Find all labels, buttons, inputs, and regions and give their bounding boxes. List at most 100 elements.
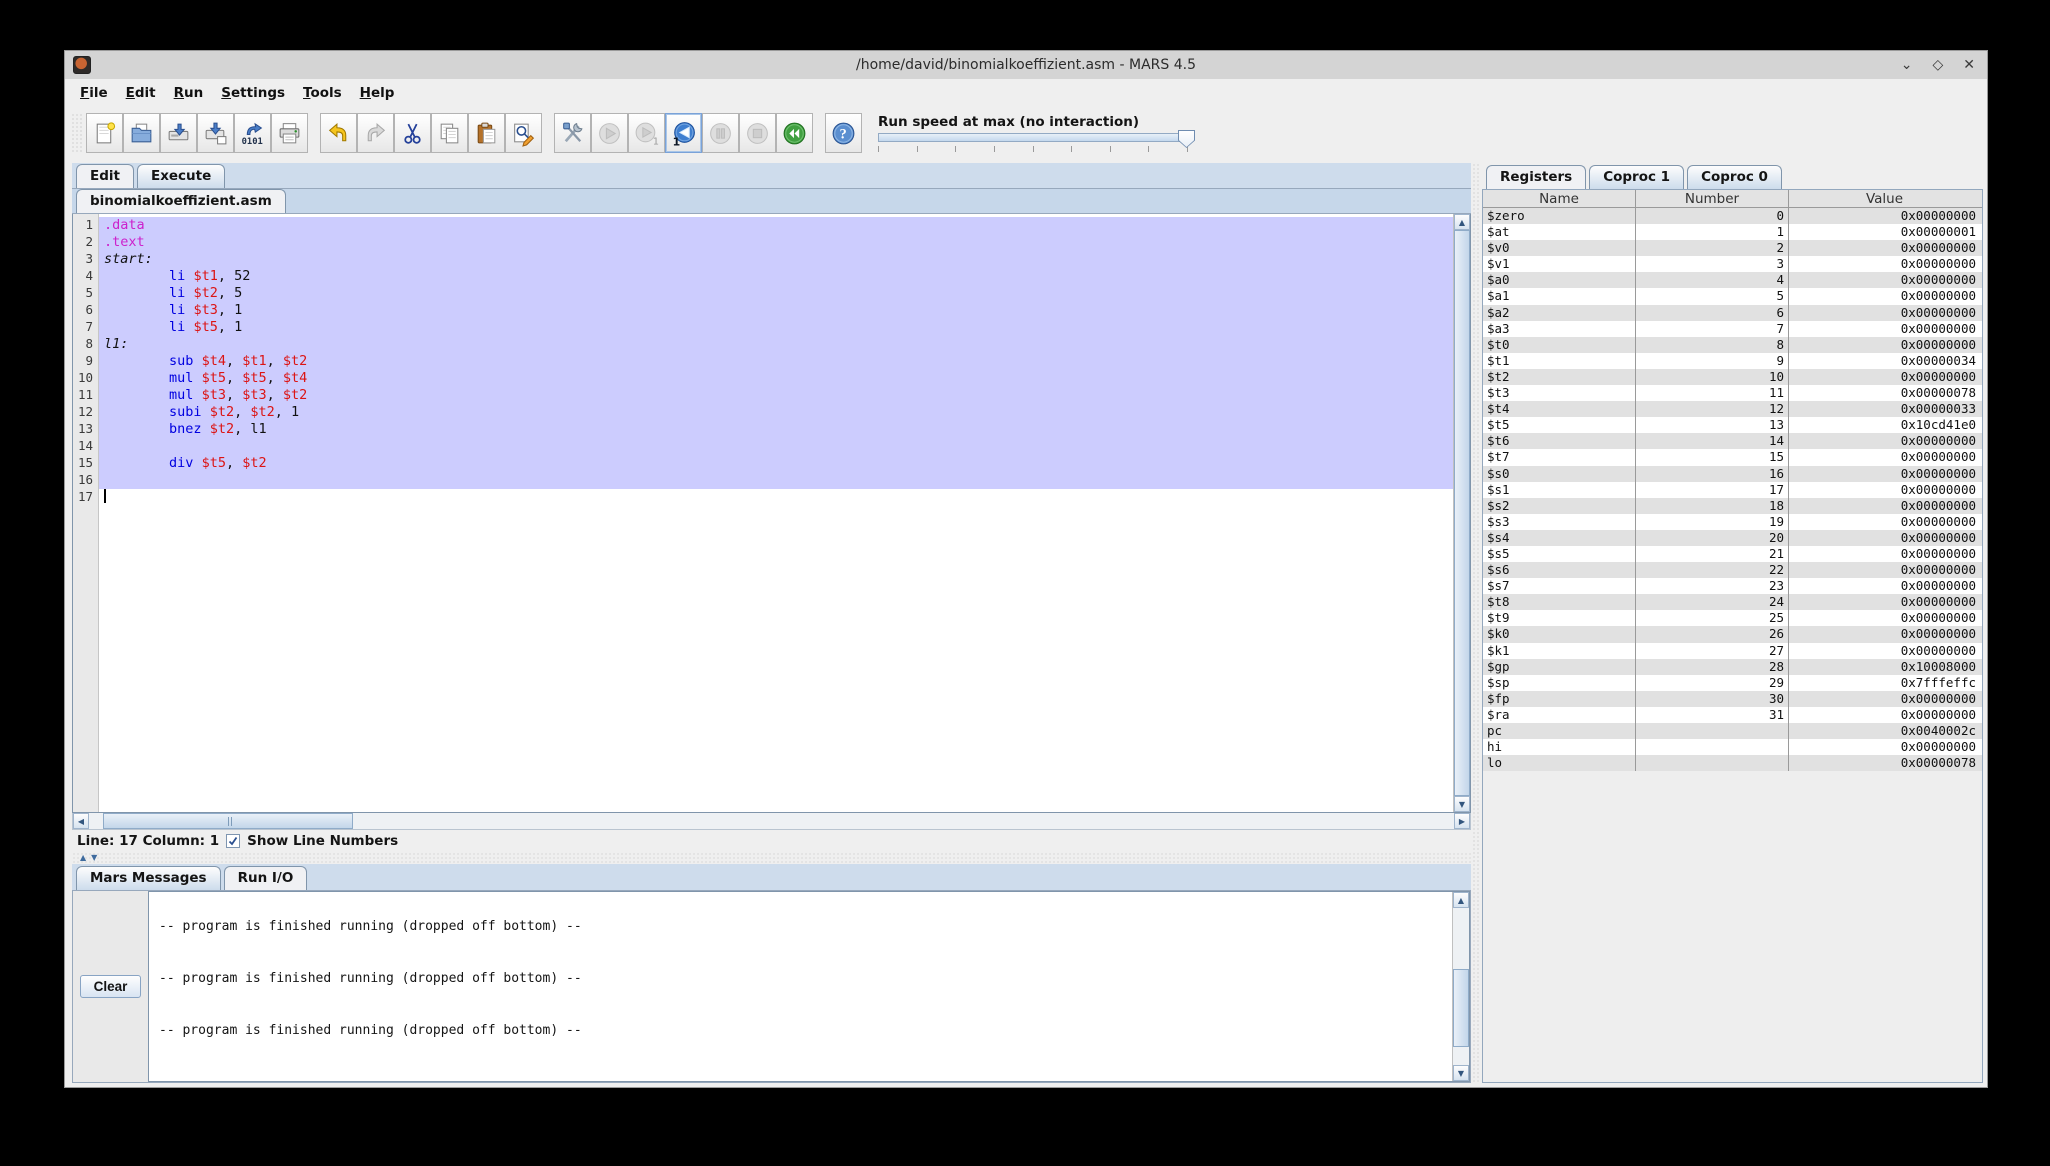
- close-window-icon[interactable]: ✕: [1963, 58, 1975, 72]
- tab-file-binomialkoeffizient[interactable]: binomialkoeffizient.asm: [76, 189, 286, 213]
- register-value-cell[interactable]: 0x00000078: [1789, 755, 1980, 771]
- help-button[interactable]: ?: [825, 113, 862, 153]
- register-value-cell[interactable]: 0x00000000: [1789, 482, 1980, 498]
- register-value-cell[interactable]: 0x00000000: [1789, 321, 1980, 337]
- register-value-cell[interactable]: 0x00000000: [1789, 256, 1980, 272]
- editor-scrollbar-thumb[interactable]: [1454, 230, 1470, 796]
- menu-edit[interactable]: Edit: [117, 81, 165, 105]
- register-value-cell[interactable]: 0x10cd41e0: [1789, 417, 1980, 433]
- register-value-cell[interactable]: 0x00000000: [1789, 498, 1980, 514]
- tab-run-i-o[interactable]: Run I/O: [224, 866, 308, 890]
- copy-button[interactable]: [431, 113, 468, 153]
- editor-vertical-scrollbar[interactable]: ▲ ▼: [1453, 214, 1470, 812]
- register-value-cell[interactable]: 0x00000000: [1789, 643, 1980, 659]
- print-button[interactable]: [271, 113, 308, 153]
- scroll-down-icon[interactable]: ▼: [1454, 796, 1470, 812]
- register-value-cell[interactable]: 0x00000033: [1789, 401, 1980, 417]
- register-value-cell[interactable]: 0x10008000: [1789, 659, 1980, 675]
- register-value-cell[interactable]: 0x00000000: [1789, 594, 1980, 610]
- code-line-16[interactable]: [99, 472, 1453, 489]
- menu-settings[interactable]: Settings: [212, 81, 294, 105]
- tab-coproc-0[interactable]: Coproc 0: [1687, 165, 1782, 189]
- code-line-3[interactable]: start:: [99, 251, 1453, 268]
- tab-coproc-1[interactable]: Coproc 1: [1589, 165, 1684, 189]
- register-value-cell[interactable]: 0x00000000: [1789, 449, 1980, 465]
- register-value-cell[interactable]: 0x7fffeffc: [1789, 675, 1980, 691]
- register-value-cell[interactable]: 0x00000000: [1789, 433, 1980, 449]
- code-line-14[interactable]: [99, 438, 1453, 455]
- scroll-up-icon[interactable]: ▲: [1453, 892, 1469, 908]
- register-value-cell[interactable]: 0x00000000: [1789, 369, 1980, 385]
- register-value-cell[interactable]: 0x00000000: [1789, 208, 1980, 224]
- dump-memory-button[interactable]: 0101: [234, 113, 271, 153]
- menu-help[interactable]: Help: [351, 81, 404, 105]
- minimize-window-icon[interactable]: ⌄: [1901, 58, 1913, 72]
- register-value-cell[interactable]: 0x00000000: [1789, 739, 1980, 755]
- scroll-down-icon[interactable]: ▼: [1453, 1065, 1469, 1081]
- code-line-6[interactable]: li $t3, 1: [99, 302, 1453, 319]
- register-value-cell[interactable]: 0x00000000: [1789, 530, 1980, 546]
- assemble-button[interactable]: [554, 113, 591, 153]
- code-line-17[interactable]: [99, 489, 1453, 506]
- backstep-button[interactable]: 1: [665, 113, 702, 153]
- tab-mars-messages[interactable]: Mars Messages: [76, 866, 221, 890]
- run-speed-slider[interactable]: [878, 133, 1188, 142]
- open-file-button[interactable]: [123, 113, 160, 153]
- titlebar[interactable]: /home/david/binomialkoeffizient.asm - MA…: [65, 51, 1987, 79]
- runio-vertical-scrollbar[interactable]: ▲ ▼: [1452, 892, 1469, 1081]
- editor-hscrollbar-thumb[interactable]: [103, 813, 353, 829]
- registers-column-header-name[interactable]: Name: [1483, 190, 1636, 207]
- menu-tools[interactable]: Tools: [294, 81, 351, 105]
- register-value-cell[interactable]: 0x00000000: [1789, 691, 1980, 707]
- editor-horizontal-scrollbar[interactable]: ◀ ▶: [72, 813, 1471, 830]
- code-line-12[interactable]: subi $t2, $t2, 1: [99, 404, 1453, 421]
- clear-button[interactable]: Clear: [80, 975, 142, 998]
- show-line-numbers-checkbox[interactable]: [226, 834, 240, 848]
- find-replace-button[interactable]: [505, 113, 542, 153]
- maximize-window-icon[interactable]: ◇: [1932, 58, 1943, 72]
- code-line-7[interactable]: li $t5, 1: [99, 319, 1453, 336]
- register-value-cell[interactable]: 0x00000000: [1789, 562, 1980, 578]
- run-io-output[interactable]: -- program is finished running (dropped …: [148, 891, 1470, 1082]
- scroll-right-icon[interactable]: ▶: [1454, 813, 1470, 829]
- register-value-cell[interactable]: 0x00000000: [1789, 288, 1980, 304]
- register-value-cell[interactable]: 0x0040002c: [1789, 723, 1980, 739]
- register-value-cell[interactable]: 0x00000000: [1789, 305, 1980, 321]
- paste-button[interactable]: [468, 113, 505, 153]
- register-value-cell[interactable]: 0x00000000: [1789, 240, 1980, 256]
- code-line-13[interactable]: bnez $t2, l1: [99, 421, 1453, 438]
- register-value-cell[interactable]: 0x00000000: [1789, 707, 1980, 723]
- code-line-10[interactable]: mul $t5, $t5, $t4: [99, 370, 1453, 387]
- code-line-9[interactable]: sub $t4, $t1, $t2: [99, 353, 1453, 370]
- runio-scrollbar-thumb[interactable]: [1453, 969, 1469, 1047]
- code-area[interactable]: .data.textstart: li $t1, 52 li $t2, 5 li…: [99, 214, 1453, 812]
- code-line-4[interactable]: li $t1, 52: [99, 268, 1453, 285]
- register-value-cell[interactable]: 0x00000000: [1789, 610, 1980, 626]
- register-value-cell[interactable]: 0x00000078: [1789, 385, 1980, 401]
- vertical-splitpane-divider[interactable]: [1472, 163, 1481, 1083]
- register-value-cell[interactable]: 0x00000000: [1789, 514, 1980, 530]
- register-value-cell[interactable]: 0x00000000: [1789, 626, 1980, 642]
- register-value-cell[interactable]: 0x00000000: [1789, 272, 1980, 288]
- registers-column-header-number[interactable]: Number: [1636, 190, 1789, 207]
- new-file-button[interactable]: [86, 113, 123, 153]
- scroll-left-icon[interactable]: ◀: [73, 813, 89, 829]
- register-value-cell[interactable]: 0x00000001: [1789, 224, 1980, 240]
- code-line-1[interactable]: .data: [99, 217, 1453, 234]
- code-line-11[interactable]: mul $t3, $t3, $t2: [99, 387, 1453, 404]
- save-as-button[interactable]: [197, 113, 234, 153]
- menu-file[interactable]: File: [71, 81, 117, 105]
- save-button[interactable]: [160, 113, 197, 153]
- code-line-15[interactable]: div $t5, $t2: [99, 455, 1453, 472]
- register-value-cell[interactable]: 0x00000000: [1789, 337, 1980, 353]
- code-line-8[interactable]: l1:: [99, 336, 1453, 353]
- code-line-5[interactable]: li $t2, 5: [99, 285, 1453, 302]
- register-value-cell[interactable]: 0x00000034: [1789, 353, 1980, 369]
- register-value-cell[interactable]: 0x00000000: [1789, 466, 1980, 482]
- code-editor[interactable]: 1234567891011121314151617 .data.textstar…: [72, 214, 1471, 813]
- toolbar-grip-handle[interactable]: [71, 113, 82, 153]
- cut-button[interactable]: [394, 113, 431, 153]
- expand-up-icon[interactable]: ▲: [80, 854, 86, 862]
- tab-registers[interactable]: Registers: [1486, 165, 1586, 189]
- registers-column-header-value[interactable]: Value: [1789, 190, 1980, 207]
